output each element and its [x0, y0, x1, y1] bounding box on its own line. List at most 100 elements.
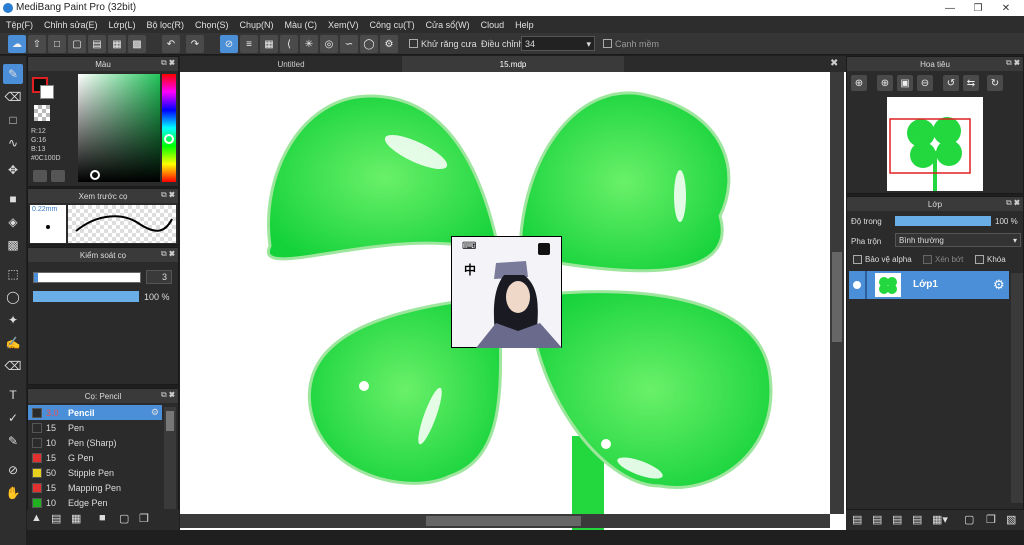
menu-edit[interactable]: Chỉnh sửa(E) — [44, 20, 98, 30]
new-1bit-layer-icon[interactable]: ▤ — [892, 513, 902, 526]
panel-close-icon[interactable]: ⧉ ✖ — [161, 249, 175, 259]
canvas-area[interactable]: ⌨ 中 — [180, 56, 846, 530]
visibility-eye-icon[interactable] — [853, 281, 861, 289]
brush-settings-icon[interactable]: ⚙ — [151, 407, 159, 418]
settings-icon[interactable]: ⚙ — [380, 35, 398, 53]
layer-add-dropdown-icon[interactable]: ▦▾ — [932, 513, 948, 526]
menu-file[interactable]: Tệp(F) — [6, 20, 33, 30]
clipping-checkbox[interactable] — [923, 255, 932, 264]
layer-scrollbar[interactable] — [1011, 273, 1023, 503]
bucket-tool-icon[interactable]: ◈ — [3, 212, 23, 232]
flip-icon[interactable]: ⇆ — [963, 75, 979, 91]
menu-select[interactable]: Chọn(S) — [195, 20, 229, 30]
upload-icon[interactable]: ⇧ — [28, 35, 46, 53]
panel-close-icon[interactable]: ⧉ ✖ — [161, 390, 175, 400]
document-icon[interactable]: ▤ — [88, 35, 106, 53]
merge-layer-icon[interactable]: ▧ — [1006, 513, 1016, 526]
cloud-icon[interactable]: ☁ — [8, 35, 26, 53]
brush-size-input[interactable]: 3 — [146, 270, 172, 284]
color-palette-button[interactable] — [51, 170, 65, 182]
protect-alpha-checkbox[interactable] — [853, 255, 862, 264]
menu-cloud[interactable]: Cloud — [481, 20, 505, 30]
brush-add-icon[interactable]: ▲ — [31, 512, 42, 524]
brush-row[interactable]: 15 G Pen — [28, 450, 162, 465]
duplicate-layer-icon[interactable]: ❐ — [986, 513, 996, 526]
soft-edge-checkbox[interactable] — [603, 39, 612, 48]
fit-window-icon[interactable]: ▣ — [897, 75, 913, 91]
fill-rect-icon[interactable]: ■ — [3, 189, 23, 209]
text-tool-icon[interactable]: T — [3, 385, 23, 405]
brush-row[interactable]: 10 Pen (Sharp) — [28, 435, 162, 450]
snap-off-icon[interactable]: ⊘ — [220, 35, 238, 53]
brush-copy-icon[interactable]: ■ — [99, 512, 106, 524]
panel-close-icon[interactable]: ⧉ ✖ — [1006, 58, 1020, 68]
brush-row[interactable]: 15 Mapping Pen — [28, 480, 162, 495]
saturation-value-picker[interactable] — [78, 74, 160, 182]
menu-snap[interactable]: Chụp(N) — [240, 20, 274, 30]
brush-row[interactable]: 50 Stipple Pen — [28, 465, 162, 480]
character-overlay-image[interactable]: ⌨ 中 — [451, 236, 562, 348]
brush-row[interactable]: 10 Edge Pen — [28, 495, 162, 510]
layer-settings-icon[interactable]: ⚙ — [993, 277, 1005, 293]
new-layer-icon[interactable]: ▤ — [852, 513, 862, 526]
grid-icon[interactable]: ▩ — [128, 35, 146, 53]
blend-mode-select[interactable]: Bình thường ▾ — [895, 233, 1021, 247]
brush-size-slider[interactable] — [33, 272, 141, 283]
parallel-snap-icon[interactable]: ≡ — [240, 35, 258, 53]
select-eraser-icon[interactable]: ⌫ — [3, 356, 23, 376]
dot-tool-icon[interactable]: ∿ — [3, 133, 23, 153]
redo-icon[interactable]: ↷ — [186, 35, 204, 53]
brush-row[interactable]: 3.0 Pencil ⚙ — [28, 405, 162, 420]
maximize-button[interactable]: ❐ — [964, 0, 992, 16]
panel-close-icon[interactable]: ⧉ ✖ — [161, 58, 175, 68]
tab-15-mdp[interactable]: 15.mdp — [402, 56, 624, 72]
hand-tool-icon[interactable]: ✋ — [3, 483, 23, 503]
hue-slider[interactable] — [162, 74, 176, 182]
panel-close-icon[interactable]: ⧉ ✖ — [1006, 198, 1020, 208]
lock-checkbox[interactable] — [975, 255, 984, 264]
eraser-tool-icon[interactable]: ⌫ — [3, 87, 23, 107]
pages-icon[interactable]: ▦ — [108, 35, 126, 53]
menu-help[interactable]: Help — [515, 20, 534, 30]
select-pen-icon[interactable]: ✍ — [3, 333, 23, 353]
cross-snap-icon[interactable]: ▦ — [260, 35, 278, 53]
tab-close-icon[interactable]: ✖ — [830, 58, 838, 69]
brush-row[interactable]: 15 Pen — [28, 420, 162, 435]
concentric-snap-icon[interactable]: ◎ — [320, 35, 338, 53]
gradient-tool-icon[interactable]: ▩ — [3, 235, 23, 255]
zoom-in-icon[interactable]: ⊕ — [851, 75, 867, 91]
magic-wand-icon[interactable]: ✦ — [3, 310, 23, 330]
undo-icon[interactable]: ↶ — [162, 35, 180, 53]
menu-layer[interactable]: Lớp(L) — [109, 20, 136, 30]
tab-untitled[interactable]: Untitled — [180, 56, 402, 72]
move-tool-icon[interactable]: ✥ — [3, 160, 23, 180]
zoom-fit-icon[interactable]: ⊕ — [877, 75, 893, 91]
vanish-snap-icon[interactable]: ⟨ — [280, 35, 298, 53]
new-8bit-layer-icon[interactable]: ▤ — [912, 513, 922, 526]
panel-close-icon[interactable]: ⧉ ✖ — [161, 190, 175, 200]
background-color-swatch[interactable] — [40, 85, 54, 99]
brush-duplicate-icon[interactable]: ❐ — [139, 512, 149, 525]
curve-snap-icon[interactable]: ∽ — [340, 35, 358, 53]
new-halftone-layer-icon[interactable]: ▤ — [872, 513, 882, 526]
antialias-checkbox[interactable] — [409, 39, 418, 48]
adjust-select[interactable]: 34 ▾ — [521, 36, 595, 51]
rotate-left-icon[interactable]: ↺ — [943, 75, 959, 91]
brush-opacity-slider[interactable] — [33, 291, 139, 302]
rotate-right-icon[interactable]: ↻ — [987, 75, 1003, 91]
canvas-horizontal-scrollbar[interactable] — [180, 514, 830, 528]
color-wheel-button[interactable] — [33, 170, 47, 182]
layer-row[interactable]: Lớp1 ⚙ — [849, 271, 1009, 299]
navigator-thumbnail[interactable] — [887, 97, 983, 191]
brush-settings-icon[interactable]: ▦ — [71, 512, 81, 525]
brush-folder-icon[interactable]: ▢ — [119, 512, 129, 525]
eyedropper-icon[interactable]: ⊘ — [3, 460, 23, 480]
shape-tool-icon[interactable]: □ — [3, 110, 23, 130]
menu-tools[interactable]: Công cụ(T) — [370, 20, 415, 30]
chat-icon[interactable]: ▢ — [68, 35, 86, 53]
menu-view[interactable]: Xem(V) — [328, 20, 359, 30]
minimize-button[interactable]: — — [936, 0, 964, 16]
layer-opacity-slider[interactable] — [895, 216, 991, 226]
divide-tool-icon[interactable]: ✎ — [3, 431, 23, 451]
picker-cursor[interactable] — [90, 170, 100, 180]
